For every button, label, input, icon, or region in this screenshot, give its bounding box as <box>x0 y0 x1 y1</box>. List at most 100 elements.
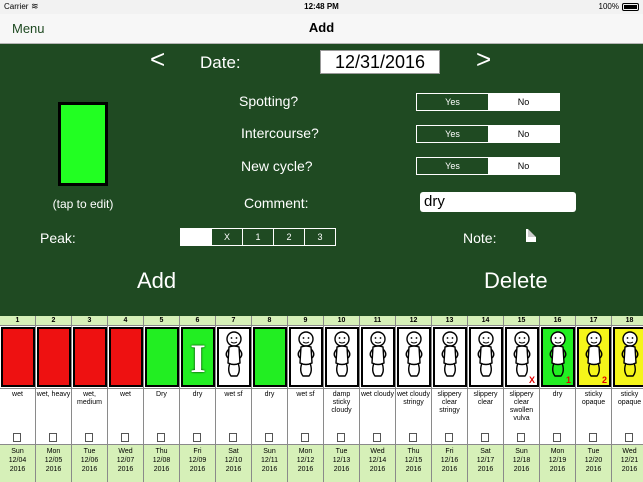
day-stamp[interactable] <box>289 327 323 387</box>
peak-option-3[interactable]: 3 <box>304 229 335 245</box>
note-document-icon[interactable] <box>301 433 309 442</box>
day-stamp[interactable]: I <box>181 327 215 387</box>
chart-day-column[interactable]: 2 wet, heavy Mon 12/05 2016 <box>35 316 71 482</box>
note-document-icon[interactable] <box>625 433 633 442</box>
chart-day-column[interactable]: 8 dry Sun 12/11 2016 <box>251 316 287 482</box>
day-stamp[interactable] <box>397 327 431 387</box>
peak-option-x[interactable]: X <box>211 229 242 245</box>
peak-option-none[interactable] <box>181 229 211 245</box>
date-field[interactable]: 12/31/2016 <box>320 50 440 74</box>
new-cycle-toggle[interactable]: Yes No <box>416 157 560 175</box>
chart-day-column[interactable]: 9 wet sf Mon 12/12 2016 <box>287 316 323 482</box>
calendar-date-text: Tue <box>335 448 348 455</box>
cycle-day-number: 9 <box>288 316 323 326</box>
next-date-button[interactable]: > <box>476 46 491 72</box>
new-cycle-no-option[interactable]: No <box>488 158 559 174</box>
note-document-icon[interactable] <box>49 433 57 442</box>
peak-option-2[interactable]: 2 <box>273 229 304 245</box>
day-stamp[interactable] <box>361 327 395 387</box>
note-document-icon[interactable] <box>265 433 273 442</box>
peak-option-1[interactable]: 1 <box>242 229 273 245</box>
peak-selector[interactable]: X 1 2 3 <box>180 228 336 246</box>
day-stamp[interactable] <box>109 327 143 387</box>
calendar-date-text: 12/07 <box>116 457 135 464</box>
note-document-icon[interactable] <box>193 433 201 442</box>
note-document-icon[interactable] <box>409 433 417 442</box>
note-document-icon[interactable] <box>13 433 21 442</box>
chart-day-column[interactable]: 6 Idry Fri 12/09 2016 <box>179 316 215 482</box>
day-stamp[interactable] <box>253 327 287 387</box>
cycle-chart-strip[interactable]: 1 wet Sun 12/04 2016 2 wet, heavy Mon 12/05 2016 3… <box>0 316 643 482</box>
spotting-yes-option[interactable]: Yes <box>417 94 488 110</box>
calendar-date-text: Wed <box>622 448 637 455</box>
day-stamp[interactable] <box>325 327 359 387</box>
note-document-icon[interactable] <box>517 433 525 442</box>
comment-input[interactable]: dry <box>420 192 576 212</box>
intercourse-no-option[interactable]: No <box>488 126 559 142</box>
observation-description: wet cloudy stringy <box>396 388 431 432</box>
calendar-date-text: Thu <box>407 448 420 455</box>
calendar-date-text: 2016 <box>369 466 386 473</box>
day-stamp[interactable] <box>37 327 71 387</box>
day-stamp[interactable] <box>469 327 503 387</box>
chart-day-column[interactable]: 16 1 dry Mon 12/19 2016 <box>539 316 575 482</box>
spotting-toggle[interactable]: Yes No <box>416 93 560 111</box>
cycle-day-number: 18 <box>612 316 643 326</box>
chart-day-column[interactable]: 18 sticky opaque Wed 12/21 2016 <box>611 316 643 482</box>
observation-color-box[interactable] <box>58 102 108 186</box>
new-cycle-yes-option[interactable]: Yes <box>417 158 488 174</box>
calendar-date-text: Thu <box>155 448 168 455</box>
intercourse-yes-option[interactable]: Yes <box>417 126 488 142</box>
chart-day-column[interactable]: 7 wet sf Sat 12/10 2016 <box>215 316 251 482</box>
peak-label: Peak: <box>40 230 76 246</box>
calendar-date-text: 12/16 <box>440 457 459 464</box>
spotting-no-option[interactable]: No <box>488 94 559 110</box>
chart-day-column[interactable]: 12 wet cloudy stringy Thu 12/15 2016 <box>395 316 431 482</box>
day-stamp[interactable] <box>613 327 643 387</box>
chart-day-column[interactable]: 13 slippery clear stringy Fri 12/16 2016 <box>431 316 467 482</box>
note-document-icon[interactable] <box>85 433 93 442</box>
note-document-icon[interactable] <box>526 229 536 242</box>
note-document-icon[interactable] <box>157 433 165 442</box>
note-document-icon[interactable] <box>121 433 129 442</box>
chart-day-column[interactable]: 17 2 sticky opaque Tue 12/20 2016 <box>575 316 611 482</box>
note-document-icon[interactable] <box>373 433 381 442</box>
previous-date-button[interactable]: < <box>150 46 165 72</box>
note-document-icon[interactable] <box>337 433 345 442</box>
baby-icon <box>369 331 387 377</box>
day-stamp[interactable]: X <box>505 327 539 387</box>
day-stamp[interactable] <box>433 327 467 387</box>
chart-day-column[interactable]: 3 wet, medium Tue 12/06 2016 <box>71 316 107 482</box>
baby-icon <box>333 331 351 377</box>
day-stamp[interactable] <box>217 327 251 387</box>
add-button[interactable]: Add <box>137 268 176 294</box>
calendar-date-text: 12/11 <box>261 457 278 464</box>
calendar-date: Sat 12/17 2016 <box>468 444 503 482</box>
intercourse-toggle[interactable]: Yes No <box>416 125 560 143</box>
day-stamp[interactable]: 1 <box>541 327 575 387</box>
note-document-icon[interactable] <box>481 433 489 442</box>
day-stamp[interactable] <box>145 327 179 387</box>
chart-day-column[interactable]: 4 wet Wed 12/07 2016 <box>107 316 143 482</box>
chart-day-column[interactable]: 11 wet cloudy Wed 12/14 2016 <box>359 316 395 482</box>
day-stamp[interactable] <box>73 327 107 387</box>
note-document-icon[interactable] <box>229 433 237 442</box>
delete-button[interactable]: Delete <box>484 268 548 294</box>
note-document-icon[interactable] <box>553 433 561 442</box>
observation-description: dry <box>180 388 215 432</box>
calendar-date-text: 12/04 <box>8 457 27 464</box>
note-document-icon[interactable] <box>445 433 453 442</box>
cycle-day-number: 4 <box>108 316 143 326</box>
calendar-date-text: 2016 <box>45 466 62 473</box>
chart-day-column[interactable]: 15 Xslippery clear swollen vulva Sun 12/18 2… <box>503 316 539 482</box>
calendar-date-text: 12/13 <box>332 457 351 464</box>
day-stamp[interactable]: 2 <box>577 327 611 387</box>
note-document-icon[interactable] <box>589 433 597 442</box>
day-stamp[interactable] <box>1 327 35 387</box>
chart-day-column[interactable]: 5 Dry Thu 12/08 2016 <box>143 316 179 482</box>
chart-day-column[interactable]: 1 wet Sun 12/04 2016 <box>0 316 35 482</box>
observation-description: wet, medium <box>72 388 107 432</box>
chart-day-column[interactable]: 14 slippery clear Sat 12/17 2016 <box>467 316 503 482</box>
cycle-day-number: 17 <box>576 316 611 326</box>
chart-day-column[interactable]: 10 damp sticky cloudy Tue 12/13 2016 <box>323 316 359 482</box>
